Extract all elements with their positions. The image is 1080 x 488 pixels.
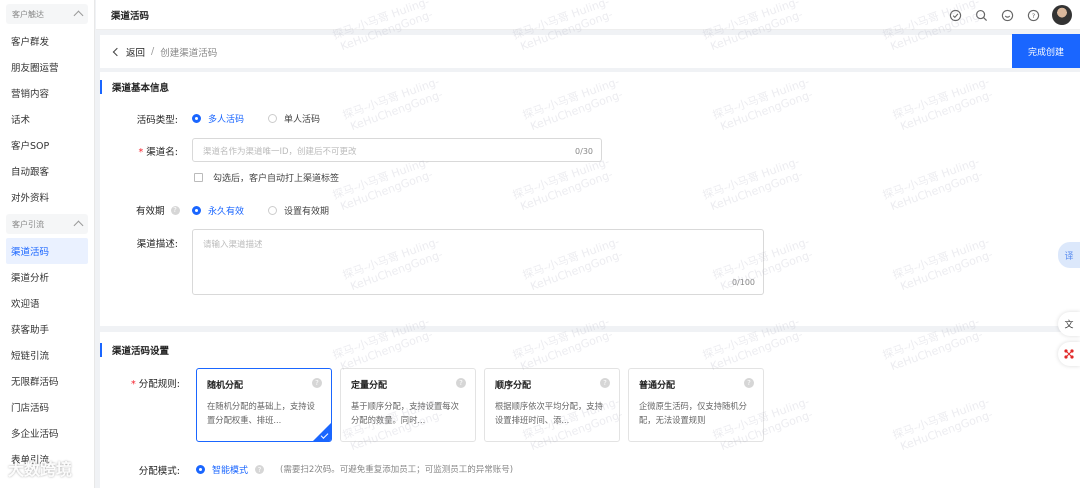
sidebar-item[interactable]: 客户SOP	[0, 132, 94, 158]
sidebar-item[interactable]: 短链引流	[0, 342, 94, 368]
checkbox-box	[194, 173, 203, 182]
validity-label: 有效期?	[120, 203, 190, 217]
radio-multi-code[interactable]: 多人活码	[192, 112, 244, 125]
chevron-left-icon	[112, 47, 122, 56]
channel-name-label: * 渠道名:	[138, 147, 178, 158]
input-placeholder: 请输入渠道描述	[203, 240, 263, 250]
translate-tab[interactable]: 译	[1058, 242, 1080, 268]
radio-dot	[192, 114, 201, 123]
rule-title: 定量分配	[351, 381, 388, 391]
char-count: 0/100	[731, 278, 755, 287]
sidebar-group-label: 客户引流	[12, 219, 44, 229]
top-header: 渠道活码 ?	[96, 0, 1080, 30]
svg-text:文: 文	[1064, 319, 1073, 331]
rule-desc: 在随机分配的基础上，支持设置分配权重、排班...	[207, 401, 315, 425]
rule-card-normal[interactable]: 普通分配 企微原生活码，仅支持随机分配，无法设置规则 ?	[628, 368, 764, 442]
checkbox-label: 勾选后，客户自动打上渠道标签	[213, 174, 340, 184]
sidebar-item[interactable]: 营销内容	[0, 80, 94, 106]
auto-tag-checkbox[interactable]: 勾选后，客户自动打上渠道标签	[194, 171, 339, 184]
back-button[interactable]: 返回	[112, 45, 146, 59]
sidebar-item[interactable]: 无限群活码	[0, 368, 94, 394]
breadcrumb-separator: /	[151, 46, 155, 57]
radio-label: 智能模式	[212, 466, 249, 476]
radio-dot	[268, 206, 277, 215]
brand-watermark: 大数跨境	[8, 460, 73, 479]
check-circle-icon[interactable]	[948, 8, 962, 22]
svg-text:?: ?	[1031, 11, 1034, 19]
rule-desc: 基于顺序分配，支持设置每次分配的数量。同时...	[351, 401, 459, 425]
channel-name-input[interactable]: 渠道名作为渠道唯一ID，创建后不可更改 0/30	[192, 138, 602, 162]
description-label: 渠道描述:	[136, 239, 178, 250]
radio-smart-mode[interactable]: 智能模式 ?	[196, 463, 265, 476]
radio-set-validity[interactable]: 设置有效期	[268, 204, 329, 217]
sidebar-item[interactable]: 自动跟客	[0, 158, 94, 184]
app-root: 客户触达 客户群发 朋友圈运营 营销内容 话术 客户SOP 自动跟客 对外资料 客户引流 渠…	[0, 0, 1080, 488]
radio-label: 多人活码	[208, 115, 245, 125]
radio-label: 设置有效期	[284, 207, 330, 217]
description-textarea[interactable]: 请输入渠道描述 0/100	[192, 229, 764, 295]
code-settings-card: 渠道活码设置 * 分配规则: 随机分配 在随机分配的基础上，支持设置分配权重、排班…	[100, 332, 1080, 488]
rule-card-sequence[interactable]: 顺序分配 根据顺序依次平均分配，支持设置排班时间、添... ?	[484, 368, 620, 442]
chevron-up-icon	[73, 220, 84, 231]
radio-dot	[196, 465, 205, 474]
help-icon[interactable]: ?	[456, 378, 466, 388]
sidebar-group-reach[interactable]: 客户触达	[6, 4, 88, 24]
sidebar-item[interactable]: 渠道活码	[6, 238, 88, 264]
radio-single-code[interactable]: 单人活码	[268, 112, 320, 125]
page-title: 渠道活码	[111, 10, 150, 22]
sidebar-item[interactable]: 客户群发	[0, 28, 94, 54]
help-icon[interactable]: ?	[255, 465, 265, 474]
section-title: 渠道基本信息	[100, 80, 169, 94]
network-icon[interactable]	[1058, 342, 1080, 366]
avatar[interactable]	[1052, 5, 1072, 25]
input-placeholder: 渠道名作为渠道唯一ID，创建后不可更改	[203, 147, 357, 157]
chevron-up-icon	[73, 10, 84, 21]
breadcrumb-current: 创建渠道活码	[160, 47, 218, 59]
complete-create-button[interactable]: 完成创建	[1012, 34, 1080, 68]
sidebar-item[interactable]: 获客助手	[0, 316, 94, 342]
sidebar-item[interactable]: 渠道分析	[0, 264, 94, 290]
message-icon[interactable]	[1000, 8, 1014, 22]
breadcrumb: 返回 / 创建渠道活码	[100, 35, 1012, 68]
help-icon[interactable]: ?	[312, 378, 322, 388]
basic-info-card: 渠道基本信息 活码类型: 多人活码 单人活码 * 渠道名: 渠道名作为渠道唯一ID…	[100, 72, 1080, 326]
help-icon[interactable]: ?	[744, 378, 754, 388]
section-title: 渠道活码设置	[100, 343, 169, 357]
sidebar-item[interactable]: 对外资料	[0, 184, 94, 210]
sidebar-item[interactable]: 欢迎语	[0, 290, 94, 316]
char-count: 0/30	[575, 147, 593, 156]
sidebar-item[interactable]: 门店活码	[0, 394, 94, 420]
rule-title: 随机分配	[207, 381, 244, 391]
radio-permanent[interactable]: 永久有效	[192, 204, 244, 217]
sidebar-item[interactable]: 话术	[0, 106, 94, 132]
help-icon[interactable]: ?	[170, 205, 180, 215]
mode-hint: (需要扫2次码。可避免重复添加员工；可监测员工的异常账号)	[280, 465, 514, 475]
rule-label: * 分配规则:	[131, 379, 180, 390]
rule-desc: 根据顺序依次平均分配，支持设置排班时间、添...	[495, 401, 603, 425]
back-label: 返回	[126, 47, 146, 59]
rule-title: 普通分配	[639, 381, 676, 391]
rule-card-random[interactable]: 随机分配 在随机分配的基础上，支持设置分配权重、排班... ?	[196, 368, 332, 442]
help-circle-icon[interactable]: ?	[1026, 8, 1040, 22]
code-type-label: 活码类型:	[136, 115, 178, 126]
help-icon[interactable]: ?	[600, 378, 610, 388]
sidebar-group-label: 客户触达	[12, 9, 44, 19]
search-icon[interactable]	[974, 8, 988, 22]
radio-label: 单人活码	[284, 115, 321, 125]
radio-label: 永久有效	[208, 207, 245, 217]
rule-desc: 企微原生活码，仅支持随机分配，无法设置规则	[639, 401, 747, 425]
sidebar: 客户触达 客户群发 朋友圈运营 营销内容 话术 客户SOP 自动跟客 对外资料 客户引流 渠…	[0, 0, 95, 488]
sidebar-item[interactable]: 朋友圈运营	[0, 54, 94, 80]
sidebar-item[interactable]: 多企业活码	[0, 420, 94, 446]
rule-title: 顺序分配	[495, 381, 532, 391]
sidebar-group-acquire[interactable]: 客户引流	[6, 214, 88, 234]
mode-label: 分配模式:	[138, 466, 180, 477]
rule-card-quantity[interactable]: 定量分配 基于顺序分配，支持设置每次分配的数量。同时... ?	[340, 368, 476, 442]
radio-dot	[192, 206, 201, 215]
accessibility-icon[interactable]: 文	[1058, 312, 1080, 336]
radio-dot	[268, 114, 277, 123]
